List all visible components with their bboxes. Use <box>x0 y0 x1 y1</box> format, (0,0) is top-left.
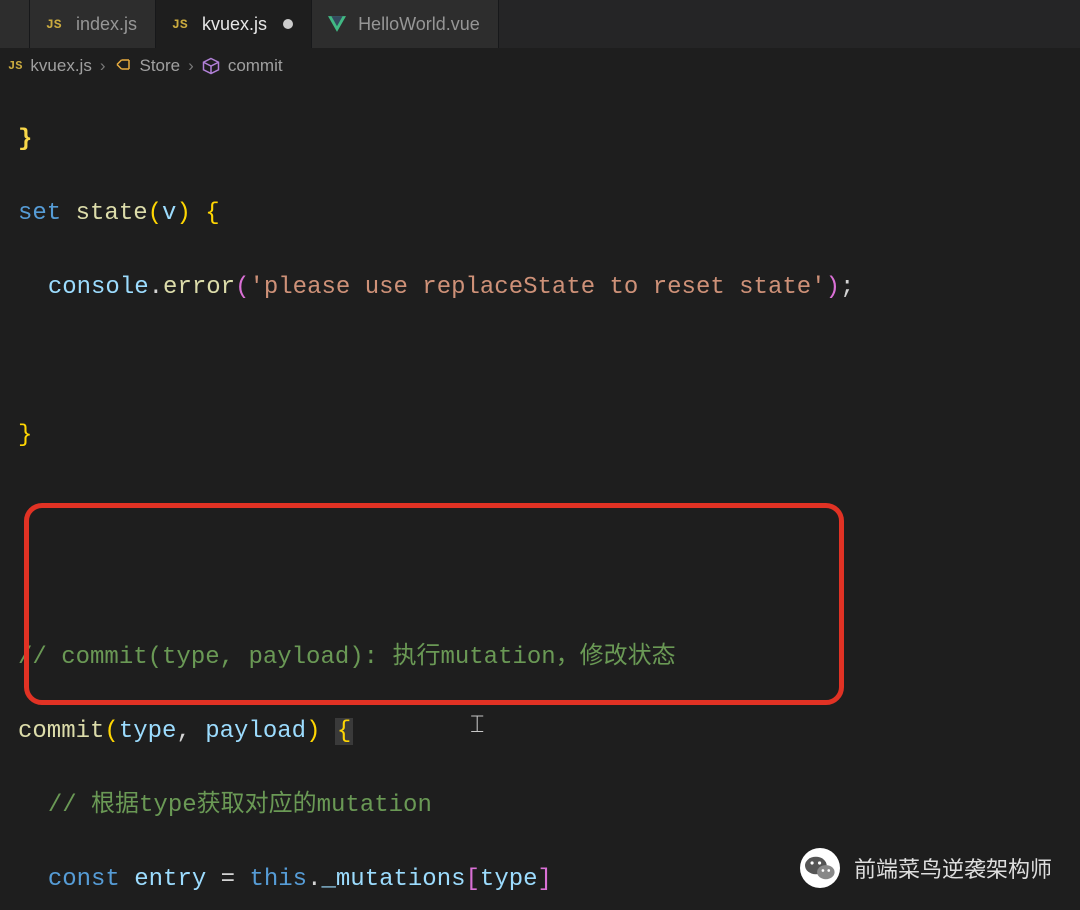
js-icon: JS <box>172 17 192 32</box>
watermark-text: 前端菜鸟逆袭架构师 <box>854 852 1052 884</box>
wechat-icon <box>800 848 840 888</box>
js-icon: JS <box>46 17 66 32</box>
js-icon: JS <box>8 59 22 73</box>
tabs-bar: JS index.js JS kvuex.js HelloWorld.vue <box>0 0 1080 48</box>
code-editor[interactable]: } set state(v) { console.error('please u… <box>0 84 1080 910</box>
bc-file: kvuex.js <box>30 56 91 76</box>
watermark: 前端菜鸟逆袭架构师 <box>800 848 1052 888</box>
dirty-indicator <box>283 19 293 29</box>
tab-helloworld[interactable]: HelloWorld.vue <box>312 0 499 48</box>
tab-kvuex[interactable]: JS kvuex.js <box>156 0 312 48</box>
tab-label: index.js <box>76 14 137 35</box>
vue-icon <box>328 15 348 33</box>
tab-label: HelloWorld.vue <box>358 14 480 35</box>
tab-label: kvuex.js <box>202 14 267 35</box>
breadcrumb[interactable]: JS kvuex.js › Store › commit <box>0 48 1080 84</box>
chevron-icon: › <box>188 56 194 76</box>
bc-method: commit <box>228 56 283 76</box>
chevron-icon: › <box>100 56 106 76</box>
bc-class: Store <box>140 56 181 76</box>
tab-index[interactable]: JS index.js <box>30 0 156 48</box>
class-icon <box>114 57 132 75</box>
method-icon <box>202 57 220 75</box>
